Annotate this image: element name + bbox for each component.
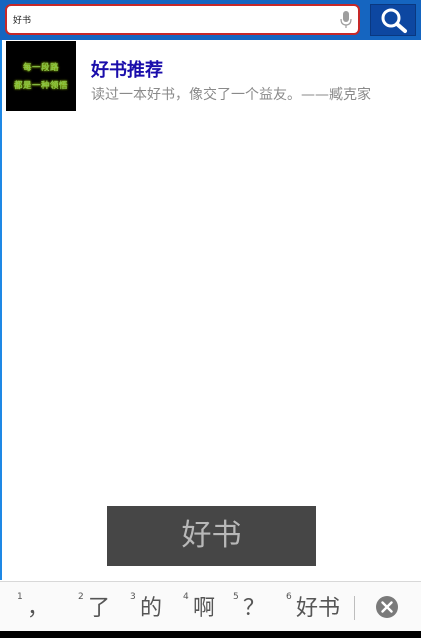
system-nav-bar [0,631,421,638]
candidate-text: 的 [140,596,163,621]
thumbnail-text-line: 都是一种领悟 [13,81,68,91]
microphone-icon[interactable] [340,11,352,29]
search-input[interactable] [13,6,333,33]
result-title[interactable]: 好书推荐 [91,56,163,82]
close-icon[interactable] [376,596,398,618]
list-item[interactable]: 每一段路 都是一种领悟 好书推荐 读过一本好书，像交了一个益友。——臧克家 [0,40,421,114]
candidate-text: 好书 [296,596,341,621]
left-edge-strip [0,40,2,580]
candidate-number: 6 [286,592,292,602]
candidate-number: 2 [78,592,84,602]
candidate-number: 4 [183,592,189,602]
candidate-number: 1 [17,592,23,602]
result-description: 读过一本好书，像交了一个益友。——臧克家 [91,87,371,103]
candidate-text: 啊 [193,596,216,621]
candidate-number: 5 [233,592,239,602]
ime-composition-preview: 好书 [107,506,316,566]
search-button[interactable] [370,4,416,36]
search-box[interactable] [5,4,360,35]
candidate-text: ？ [243,596,266,621]
thumbnail-text-line: 每一段路 [22,63,59,73]
candidate-text: ， [27,596,50,621]
top-search-bar [0,0,421,40]
candidate-text: 了 [88,596,111,621]
result-thumbnail: 每一段路 都是一种领悟 [6,41,76,111]
ime-candidate-bar: 1 ， 2 了 3 的 4 啊 5 ？ 6 好书 [0,581,421,631]
candidate-divider [354,596,355,620]
candidate-number: 3 [130,592,136,602]
